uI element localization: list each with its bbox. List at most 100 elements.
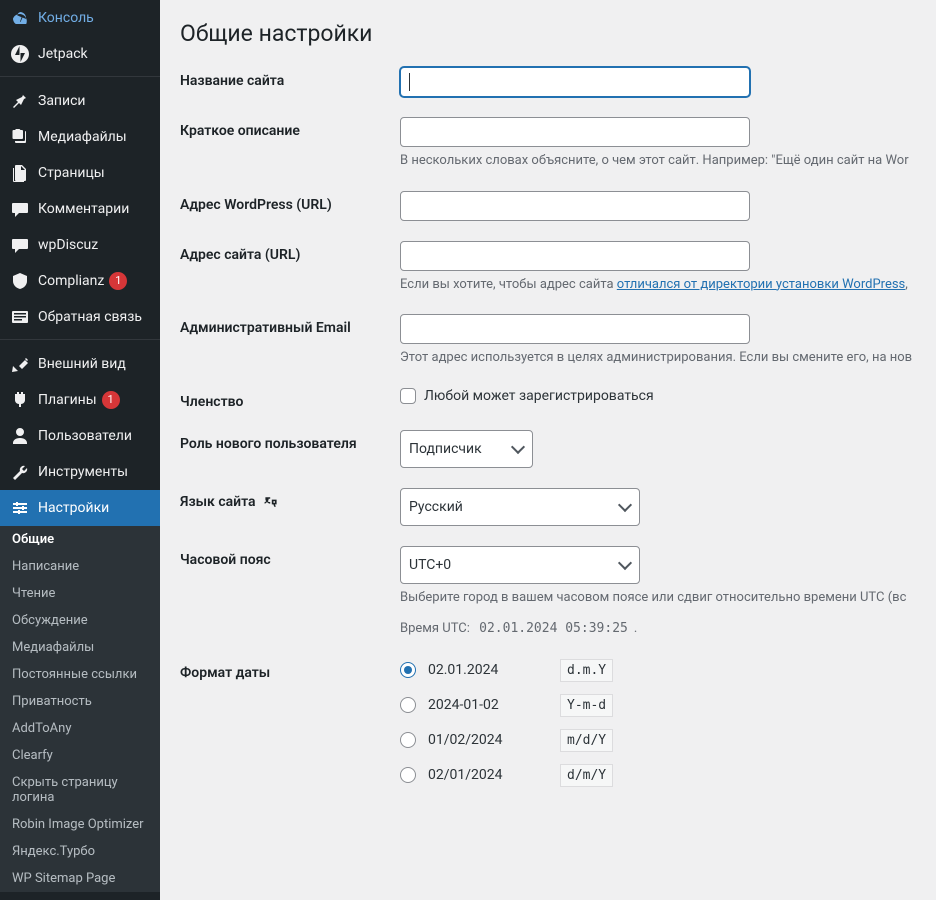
sidebar-item-comments[interactable]: Комментарии bbox=[0, 191, 160, 227]
sidebar-item-appearance[interactable]: Внешний вид bbox=[0, 346, 160, 382]
menu-label: Плагины bbox=[38, 391, 97, 409]
date-format-radio-3[interactable] bbox=[400, 732, 416, 748]
menu-label: Обратная связь bbox=[38, 308, 142, 326]
site-url-help-link[interactable]: отличался от директории установки WordPr… bbox=[617, 277, 905, 292]
date-format-display: 01/02/2024 bbox=[428, 732, 548, 748]
membership-checkbox[interactable] bbox=[400, 388, 416, 404]
page-title: Общие настройки bbox=[180, 20, 916, 47]
submenu-item-general[interactable]: Общие bbox=[0, 526, 160, 553]
menu-label: wpDiscuz bbox=[38, 236, 98, 254]
date-format-code: Y-m-d bbox=[560, 694, 613, 717]
menu-separator bbox=[0, 72, 160, 77]
date-format-label: Формат даты bbox=[180, 659, 400, 681]
admin-email-label: Административный Email bbox=[180, 314, 400, 336]
sidebar-item-wpdiscuz[interactable]: wpDiscuz bbox=[0, 227, 160, 263]
menu-label: Записи bbox=[38, 92, 86, 110]
appearance-icon bbox=[10, 354, 30, 374]
default-role-select[interactable]: Подписчик bbox=[400, 430, 533, 468]
menu-label: Jetpack bbox=[38, 45, 88, 63]
settings-icon bbox=[10, 498, 30, 518]
submenu-item-robin[interactable]: Robin Image Optimizer bbox=[0, 811, 160, 838]
date-format-radio-4[interactable] bbox=[400, 767, 416, 783]
admin-sidebar: Консоль Jetpack Записи Медиафайлы Страни… bbox=[0, 0, 160, 900]
wp-url-input[interactable] bbox=[400, 191, 750, 221]
settings-submenu: Общие Написание Чтение Обсуждение Медиаф… bbox=[0, 526, 160, 892]
menu-separator bbox=[0, 335, 160, 340]
menu-label: Консоль bbox=[38, 9, 94, 27]
membership-checkbox-label: Любой может зарегистрироваться bbox=[424, 388, 654, 404]
tagline-description: В нескольких словах объясните, о чем это… bbox=[400, 151, 916, 171]
sidebar-item-plugins[interactable]: Плагины 1 bbox=[0, 382, 160, 418]
date-format-display: 02/01/2024 bbox=[428, 767, 548, 783]
users-icon bbox=[10, 426, 30, 446]
date-format-display: 2024-01-02 bbox=[428, 697, 548, 713]
sidebar-item-users[interactable]: Пользователи bbox=[0, 418, 160, 454]
sidebar-item-tools[interactable]: Инструменты bbox=[0, 454, 160, 490]
sidebar-item-dashboard[interactable]: Консоль bbox=[0, 0, 160, 36]
submenu-item-hide-login[interactable]: Скрыть страницу логина bbox=[0, 769, 160, 811]
date-format-display: 02.01.2024 bbox=[428, 662, 548, 678]
language-label: Язык сайта bbox=[180, 488, 400, 510]
sidebar-item-media[interactable]: Медиафайлы bbox=[0, 119, 160, 155]
menu-label: Страницы bbox=[38, 164, 105, 182]
admin-email-input[interactable] bbox=[400, 314, 750, 344]
submenu-item-yandex-turbo[interactable]: Яндекс.Турбо bbox=[0, 838, 160, 865]
menu-label: Медиафайлы bbox=[38, 128, 127, 146]
menu-label: Пользователи bbox=[38, 427, 132, 445]
wpdiscuz-icon bbox=[10, 235, 30, 255]
sidebar-item-jetpack[interactable]: Jetpack bbox=[0, 36, 160, 72]
jetpack-icon bbox=[10, 44, 30, 64]
submenu-item-media[interactable]: Медиафайлы bbox=[0, 634, 160, 661]
date-format-code: d/m/Y bbox=[560, 764, 613, 787]
sidebar-item-posts[interactable]: Записи bbox=[0, 83, 160, 119]
menu-label: Комментарии bbox=[38, 200, 129, 218]
date-format-code: m/d/Y bbox=[560, 729, 613, 752]
submenu-item-writing[interactable]: Написание bbox=[0, 553, 160, 580]
timezone-label: Часовой пояс bbox=[180, 546, 400, 568]
submenu-item-wp-sitemap[interactable]: WP Sitemap Page bbox=[0, 865, 160, 892]
admin-email-description: Этот адрес используется в целях админист… bbox=[400, 348, 916, 368]
default-role-label: Роль нового пользователя bbox=[180, 430, 400, 452]
menu-label: Настройки bbox=[38, 499, 109, 517]
timezone-select[interactable]: UTC+0 bbox=[400, 546, 640, 584]
language-select[interactable]: Русский bbox=[400, 488, 640, 526]
plugins-icon bbox=[10, 390, 30, 410]
membership-label: Членство bbox=[180, 388, 400, 410]
date-format-radio-2[interactable] bbox=[400, 697, 416, 713]
sidebar-item-pages[interactable]: Страницы bbox=[0, 155, 160, 191]
menu-label: Внешний вид bbox=[38, 355, 126, 373]
dashboard-icon bbox=[10, 8, 30, 28]
pin-icon bbox=[10, 91, 30, 111]
site-url-input[interactable] bbox=[400, 241, 750, 271]
notification-badge: 1 bbox=[109, 272, 127, 290]
tagline-input[interactable] bbox=[400, 117, 750, 147]
site-title-label: Название сайта bbox=[180, 67, 400, 89]
notification-badge: 1 bbox=[102, 391, 120, 409]
site-url-label: Адрес сайта (URL) bbox=[180, 241, 400, 263]
comments-icon bbox=[10, 199, 30, 219]
submenu-item-discussion[interactable]: Обсуждение bbox=[0, 607, 160, 634]
main-content: Общие настройки Название сайта Краткое о… bbox=[160, 0, 936, 900]
complianz-icon bbox=[10, 271, 30, 291]
submenu-item-addtoany[interactable]: AddToAny bbox=[0, 715, 160, 742]
wp-url-label: Адрес WordPress (URL) bbox=[180, 191, 400, 213]
sidebar-item-feedback[interactable]: Обратная связь bbox=[0, 299, 160, 335]
submenu-item-permalinks[interactable]: Постоянные ссылки bbox=[0, 661, 160, 688]
date-format-radio-1[interactable] bbox=[400, 662, 416, 678]
menu-label: Complianz bbox=[38, 272, 104, 290]
tagline-label: Краткое описание bbox=[180, 117, 400, 139]
pages-icon bbox=[10, 163, 30, 183]
site-url-description: Если вы хотите, чтобы адрес сайта отлича… bbox=[400, 275, 916, 295]
tools-icon bbox=[10, 462, 30, 482]
site-title-input[interactable] bbox=[400, 67, 750, 97]
submenu-item-reading[interactable]: Чтение bbox=[0, 580, 160, 607]
media-icon bbox=[10, 127, 30, 147]
utc-time-display: Время UTC: 02.01.2024 05:39:25. bbox=[400, 619, 916, 639]
sidebar-item-complianz[interactable]: Complianz 1 bbox=[0, 263, 160, 299]
date-format-code: d.m.Y bbox=[560, 659, 613, 682]
translate-icon bbox=[263, 494, 279, 510]
submenu-item-privacy[interactable]: Приватность bbox=[0, 688, 160, 715]
submenu-item-clearfy[interactable]: Clearfy bbox=[0, 742, 160, 769]
sidebar-item-settings[interactable]: Настройки bbox=[0, 490, 160, 526]
timezone-description: Выберите город в вашем часовом поясе или… bbox=[400, 588, 916, 608]
